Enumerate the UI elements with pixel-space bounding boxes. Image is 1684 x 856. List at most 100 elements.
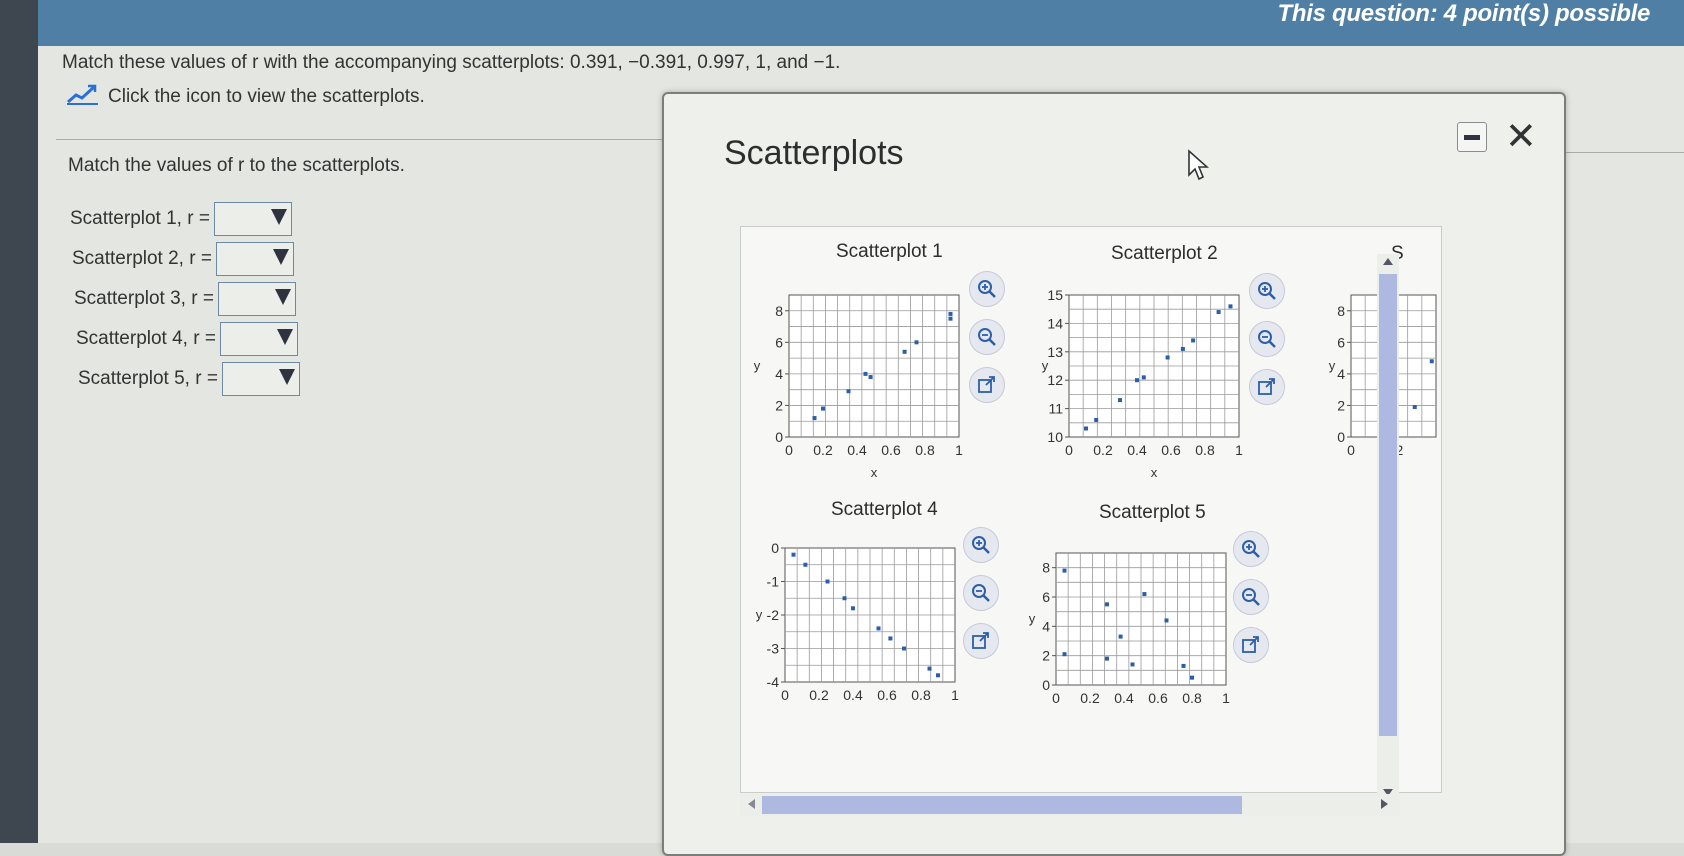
zoom-out-button-2[interactable] — [1249, 321, 1285, 357]
horizontal-scrollbar[interactable] — [740, 794, 1400, 816]
data-point — [1164, 618, 1169, 623]
data-point — [1228, 304, 1233, 309]
plot-title-1: Scatterplot 1 — [836, 241, 943, 262]
data-point — [914, 340, 919, 345]
minimize-button[interactable] — [1457, 122, 1487, 152]
zoom-out-button-1[interactable] — [969, 319, 1005, 355]
data-point — [821, 406, 825, 411]
r-select-5[interactable] — [221, 362, 300, 396]
r-select-3[interactable] — [217, 282, 296, 316]
zoom-in-button-1[interactable] — [969, 271, 1005, 307]
pop-out-icon[interactable] — [971, 631, 991, 651]
answer-row-5: Scatterplot 5, r = — [78, 362, 300, 396]
minimize-icon[interactable] — [1464, 135, 1480, 140]
zoom-out-button-4[interactable] — [963, 575, 999, 611]
pop-out-button-4[interactable] — [963, 623, 999, 659]
zoom-out-icon[interactable] — [1241, 587, 1261, 607]
data-point — [927, 666, 932, 671]
view-link-label[interactable]: Click the icon to view the scatterplots. — [108, 86, 425, 108]
data-point — [1191, 338, 1196, 343]
zoom-in-button-5[interactable] — [1233, 531, 1269, 567]
scatterplots-dialog: Scatterplots ✕ Scatterplot 1 Scatterplot… — [662, 92, 1566, 856]
close-button[interactable]: ✕ — [1505, 118, 1537, 156]
r-select-2[interactable] — [215, 242, 294, 276]
answer-row-2: Scatterplot 2, r = — [72, 242, 294, 276]
zoom-out-button-5[interactable] — [1233, 579, 1269, 615]
data-point — [1142, 592, 1147, 597]
dropdown-arrow-icon[interactable] — [274, 289, 291, 305]
zoom-in-button-2[interactable] — [1249, 273, 1285, 309]
data-point — [812, 416, 817, 421]
data-point — [1180, 346, 1185, 351]
pop-out-icon[interactable] — [1241, 635, 1261, 655]
y-tick-label: -3 — [767, 641, 780, 657]
zoom-in-icon[interactable] — [977, 279, 997, 299]
dropdown-arrow-icon[interactable] — [270, 209, 287, 225]
r-select-1[interactable] — [213, 202, 292, 236]
x-tick-label: 0.6 — [1161, 442, 1181, 458]
x-tick-label: 0.6 — [881, 442, 901, 458]
scatterplot-4: 0 0.2 0.4 0.6 0.8 1 0 -1 -2 -3 -4 y — [756, 542, 959, 703]
chart-icon[interactable] — [66, 82, 100, 112]
vertical-scroll-thumb[interactable] — [1379, 274, 1397, 736]
zoom-out-icon[interactable] — [971, 583, 991, 603]
data-point — [1135, 378, 1139, 383]
divider — [1560, 152, 1684, 153]
dropdown-arrow-icon[interactable] — [278, 369, 295, 385]
data-point — [863, 371, 868, 376]
answer-label: Scatterplot 1, r = — [70, 208, 210, 229]
pop-out-button-2[interactable] — [1249, 369, 1285, 405]
x-tick-label: 0 — [1065, 442, 1073, 458]
mouse-cursor-icon — [1187, 149, 1210, 186]
y-tick-label: 4 — [1337, 366, 1345, 382]
pop-out-button-5[interactable] — [1233, 627, 1269, 663]
y-tick-label: 0 — [1337, 429, 1345, 445]
pop-out-icon[interactable] — [977, 375, 997, 395]
dropdown-arrow-icon[interactable] — [276, 329, 293, 345]
zoom-in-icon[interactable] — [1257, 281, 1277, 301]
answer-label: Scatterplot 4, r = — [76, 328, 216, 349]
data-point — [888, 636, 893, 641]
data-point — [1094, 417, 1099, 422]
plots-scroll-area[interactable]: Scatterplot 1 Scatterplot 2 Scatterplot … — [740, 226, 1442, 793]
zoom-in-icon[interactable] — [1241, 539, 1261, 559]
y-tick-label: 2 — [775, 397, 783, 413]
view-scatterplots-link[interactable]: Click the icon to view the scatterplots. — [66, 82, 425, 112]
answer-row-1: Scatterplot 1, r = — [70, 202, 292, 236]
y-axis-label: y — [756, 607, 763, 622]
x-tick-label: 0.4 — [843, 687, 863, 703]
zoom-in-icon[interactable] — [971, 535, 991, 555]
scroll-left-icon[interactable] — [748, 799, 755, 809]
scroll-right-icon[interactable] — [1381, 799, 1388, 809]
close-icon[interactable]: ✕ — [1505, 116, 1537, 158]
y-tick-label: 4 — [775, 366, 783, 382]
x-axis-label: x — [1151, 465, 1158, 480]
vertical-scrollbar[interactable] — [1377, 254, 1399, 814]
data-point — [876, 626, 881, 631]
pop-out-button-1[interactable] — [969, 367, 1005, 403]
data-point — [1130, 662, 1135, 667]
zoom-in-button-4[interactable] — [963, 527, 999, 563]
y-tick-label: 0 — [771, 542, 779, 556]
r-select-4[interactable] — [219, 322, 298, 356]
data-point — [1105, 656, 1109, 661]
data-point — [1118, 398, 1122, 403]
data-point — [948, 311, 953, 316]
y-tick-label: -4 — [767, 674, 780, 690]
pop-out-icon[interactable] — [1257, 377, 1277, 397]
zoom-out-icon[interactable] — [1257, 329, 1277, 349]
scatterplot-2: 0 0.2 0.4 0.6 0.8 1 10 11 12 13 14 15 y x — [1042, 287, 1243, 480]
plot-title-4: Scatterplot 4 — [831, 499, 938, 520]
dialog-title: Scatterplots — [724, 134, 904, 172]
zoom-out-icon[interactable] — [977, 327, 997, 347]
data-point — [902, 349, 907, 354]
y-axis-label: y — [1329, 358, 1336, 373]
instruction-text: Match the values of r to the scatterplot… — [68, 155, 405, 176]
x-tick-label: 0.6 — [877, 687, 897, 703]
horizontal-scroll-thumb[interactable] — [762, 796, 1242, 814]
scroll-up-icon[interactable] — [1383, 258, 1393, 265]
y-tick-label: 4 — [1042, 618, 1050, 634]
data-point — [1181, 663, 1186, 668]
dropdown-arrow-icon[interactable] — [272, 249, 289, 265]
x-tick-label: 0.2 — [1080, 690, 1100, 706]
